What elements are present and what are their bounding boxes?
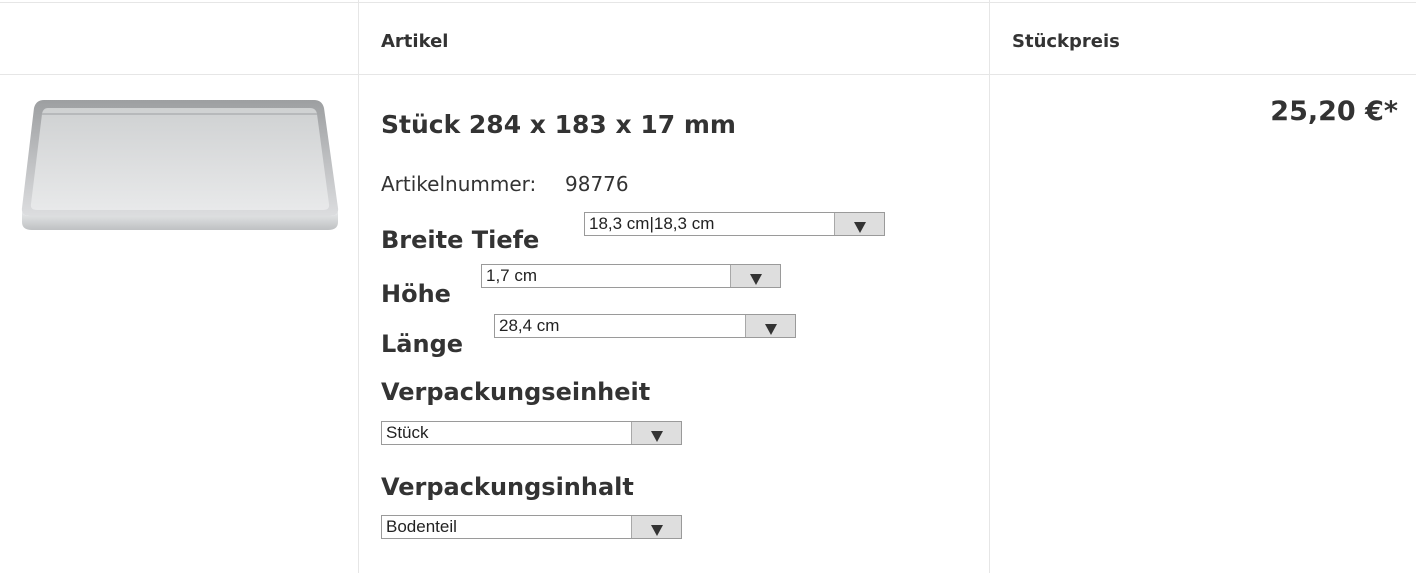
width-depth-label: Breite Tiefe	[381, 226, 540, 254]
packaging-unit-label: Verpackungseinheit	[381, 378, 651, 406]
column-header-unit-price: Stückpreis	[1012, 31, 1120, 52]
height-label: Höhe	[381, 280, 451, 308]
width-depth-select-value: 18,3 cm|18,3 cm	[589, 214, 715, 233]
chevron-down-icon[interactable]	[631, 516, 681, 538]
product-title[interactable]: Stück 284 x 183 x 17 mm	[381, 110, 736, 139]
column-divider-2	[989, 0, 990, 573]
chevron-down-icon[interactable]	[730, 265, 780, 287]
column-divider-1	[358, 0, 359, 573]
header-bottom-border	[0, 74, 1416, 75]
article-number-label: Artikelnummer:	[381, 172, 537, 196]
article-number-value: 98776	[565, 172, 629, 196]
metal-tray-image	[21, 100, 339, 230]
product-image[interactable]	[20, 96, 340, 236]
length-select[interactable]: 28,4 cm	[494, 314, 796, 338]
product-table: Artikel Stückpreis Stück 284 x 183 x 17 …	[0, 0, 1416, 573]
unit-price: 25,20 €*	[1270, 96, 1398, 127]
chevron-down-icon[interactable]	[631, 422, 681, 444]
header-top-border	[0, 2, 1416, 3]
packaging-unit-select-value: Stück	[386, 423, 429, 442]
height-select-value: 1,7 cm	[486, 266, 538, 285]
length-select-value: 28,4 cm	[499, 316, 560, 335]
packaging-unit-select[interactable]: Stück	[381, 421, 682, 445]
chevron-down-icon[interactable]	[745, 315, 795, 337]
column-header-article: Artikel	[381, 31, 449, 52]
height-select[interactable]: 1,7 cm	[481, 264, 781, 288]
packaging-content-label: Verpackungsinhalt	[381, 473, 634, 501]
width-depth-select[interactable]: 18,3 cm|18,3 cm	[584, 212, 885, 236]
packaging-content-select-value: Bodenteil	[386, 517, 457, 536]
packaging-content-select[interactable]: Bodenteil	[381, 515, 682, 539]
chevron-down-icon[interactable]	[834, 213, 884, 235]
length-label: Länge	[381, 330, 464, 358]
